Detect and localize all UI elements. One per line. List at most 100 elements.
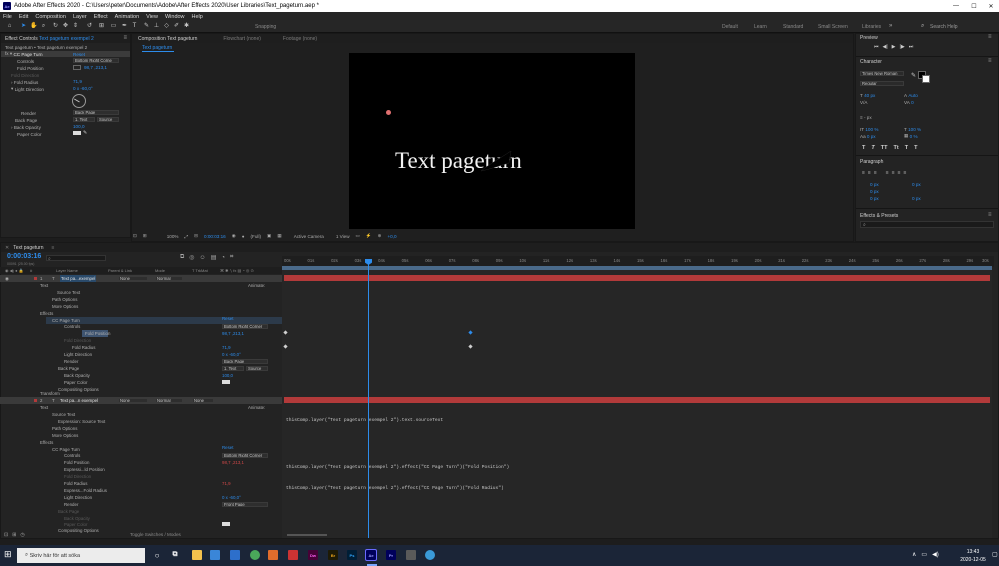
baseline-shift-value[interactable]: 0 px <box>867 134 876 139</box>
align-center-icon[interactable]: ≡ <box>868 170 871 176</box>
eyedropper-char-icon[interactable]: ✎ <box>911 72 916 79</box>
layer-2-bar[interactable] <box>284 397 990 403</box>
l1-back-page-layer[interactable]: 1. Text <box>222 366 244 371</box>
zoom-dropdown[interactable]: 100% <box>167 234 179 239</box>
fit-icon[interactable]: ⤢ <box>184 234 188 239</box>
workspace-small-screen[interactable]: Small Screen <box>818 24 848 30</box>
snapshot-icon[interactable]: ◉ <box>232 233 236 239</box>
column-parent-link[interactable]: Parent & Link <box>108 268 132 273</box>
search-help-icon[interactable]: ⌕ <box>921 23 924 30</box>
font-size-value[interactable]: 40 px <box>864 93 875 98</box>
expand-layer-switches-icon[interactable]: ⊡ <box>4 532 8 538</box>
light-direction-value[interactable]: 0 x -60,0° <box>73 86 93 91</box>
l2-reset-link[interactable]: Reset <box>222 444 233 451</box>
l2-light-direction-value[interactable]: 0 x -60,0° <box>222 494 241 501</box>
file-explorer-icon[interactable] <box>192 550 202 560</box>
horizontal-scale-value[interactable]: 100 % <box>908 127 921 132</box>
windows-start-icon[interactable]: ⊞ <box>4 549 12 560</box>
camera-dropdown[interactable]: Active Camera <box>294 234 324 239</box>
toggle-pixel-aspect-icon[interactable]: ▭ <box>356 233 360 239</box>
network-icon[interactable]: ▭ <box>921 551 927 558</box>
close-icon[interactable]: ✕ <box>983 0 999 12</box>
clock-date[interactable]: 2020-12-05 <box>958 557 988 563</box>
notifications-icon[interactable]: ▢ <box>992 551 998 558</box>
graph-editor-icon[interactable]: ⌗ <box>230 254 233 261</box>
tracking-value[interactable]: 0 <box>911 100 914 105</box>
dreamweaver-icon[interactable]: Dw <box>308 550 318 560</box>
l1-effects-group[interactable]: Effects <box>40 310 53 317</box>
hand-tool-icon[interactable]: ✋ <box>30 23 37 30</box>
l1-controls-dropdown[interactable]: Bottom Right Corner <box>222 324 268 329</box>
space-before-value[interactable]: 0 px <box>870 196 879 201</box>
l1-transform-group[interactable]: Transform <box>40 390 60 397</box>
l1-compositing-options[interactable]: Compositing Options <box>58 386 99 393</box>
zoom-tool-icon[interactable]: ⌕ <box>40 23 47 30</box>
back-page-layer-dropdown[interactable]: 1. Text <box>73 117 95 122</box>
orbit-tool-icon[interactable]: ↻ <box>52 23 59 30</box>
layer-2-parent-dropdown[interactable]: None <box>118 398 148 403</box>
effect-fx-icon[interactable]: fx ▾ <box>5 51 12 57</box>
layer-1-label-color[interactable] <box>34 277 37 280</box>
prev-frame-icon[interactable]: ◀| <box>883 44 888 50</box>
light-direction-dial[interactable] <box>72 94 86 108</box>
eraser-tool-icon[interactable]: ◇ <box>163 23 170 30</box>
app-icon-3[interactable] <box>406 550 416 560</box>
app-icon-2[interactable] <box>288 550 298 560</box>
faux-bold-button[interactable]: T <box>862 145 865 151</box>
l2-text-group[interactable]: Text <box>40 404 48 411</box>
menu-help[interactable]: Help <box>192 14 203 20</box>
l1-light-direction-value[interactable]: 0 x -60,0° <box>222 351 241 358</box>
app-icon[interactable] <box>268 550 278 560</box>
pen-tool-icon[interactable]: ✒ <box>121 23 128 30</box>
clone-stamp-tool-icon[interactable]: ⊥ <box>153 23 160 30</box>
menu-composition[interactable]: Composition <box>35 14 66 20</box>
l2-animate-label[interactable]: Animate: <box>248 404 265 411</box>
resolution-dropdown[interactable]: (Full) <box>251 234 261 239</box>
justify-left-icon[interactable]: ≡ <box>886 170 889 176</box>
mail-icon[interactable] <box>230 550 240 560</box>
character-menu-icon[interactable]: ≡ <box>988 58 992 64</box>
layer-2-name[interactable]: Text pa...n exempel <box>60 397 98 404</box>
home-icon[interactable]: ⌂ <box>6 23 13 30</box>
indent-right-value[interactable]: 0 px <box>912 182 921 187</box>
store-icon[interactable] <box>210 550 220 560</box>
menu-animation[interactable]: Animation <box>115 14 139 20</box>
l1-text-group[interactable]: Text <box>40 282 48 289</box>
menu-window[interactable]: Window <box>165 14 185 20</box>
tsume-value[interactable]: 0 % <box>910 134 918 139</box>
comp-mini-flowchart-icon[interactable]: ⧉ <box>180 254 184 261</box>
leading-value[interactable]: Auto <box>908 93 917 98</box>
fast-preview-icon[interactable]: ⚡ <box>366 233 372 239</box>
point-target-icon[interactable] <box>73 65 81 70</box>
pan-behind-tool-icon[interactable]: ⊞ <box>98 23 105 30</box>
subscript-button[interactable]: T <box>914 145 917 151</box>
rotate-tool-icon[interactable]: ↺ <box>86 23 93 30</box>
type-tool-icon[interactable]: T <box>131 23 138 30</box>
tray-chevron-icon[interactable]: ∧ <box>912 551 916 558</box>
workspace-libraries[interactable]: Libraries <box>862 24 881 30</box>
composition-canvas[interactable]: Text pageturn <box>349 53 635 229</box>
l2-compositing-options[interactable]: Compositing Options <box>58 527 99 534</box>
tab-flowchart[interactable]: Flowchart (none) <box>223 36 261 42</box>
minimize-icon[interactable]: — <box>948 0 964 12</box>
workspace-more-icon[interactable]: » <box>889 23 892 29</box>
paper-color-swatch[interactable] <box>73 131 81 135</box>
after-effects-taskbar-icon[interactable]: Ae <box>365 549 377 561</box>
align-left-icon[interactable]: ≡ <box>862 170 865 176</box>
l1-cc-page-turn-row[interactable] <box>46 317 282 324</box>
expand-time-icon[interactable]: ◷ <box>20 532 24 538</box>
search-help-input[interactable]: Search Help <box>930 24 958 30</box>
toggle-switches-modes[interactable]: Toggle Switches / Modes <box>130 532 181 537</box>
render-dropdown[interactable]: Back Page <box>73 110 119 115</box>
l1-back-page-source[interactable]: Source <box>246 366 268 371</box>
shy-icon[interactable]: ☺ <box>200 255 206 261</box>
taskbar-search-box[interactable]: ⌕ Skriv här för att söka <box>17 548 145 563</box>
justify-center-icon[interactable]: ≡ <box>892 170 895 176</box>
align-right-icon[interactable]: ≡ <box>874 170 877 176</box>
faux-italic-button[interactable]: T <box>871 145 874 151</box>
expression-fold-position[interactable]: thisComp.layer("Text pageturn exempel 2"… <box>286 465 509 470</box>
layer-2-mode-dropdown[interactable]: Normal <box>155 398 183 403</box>
l1-back-opacity-value[interactable]: 100,0 <box>222 372 233 379</box>
l1-fold-position-value[interactable]: 98,7 ,213,1 <box>222 330 244 337</box>
font-style-dropdown[interactable]: Regular <box>860 81 904 86</box>
